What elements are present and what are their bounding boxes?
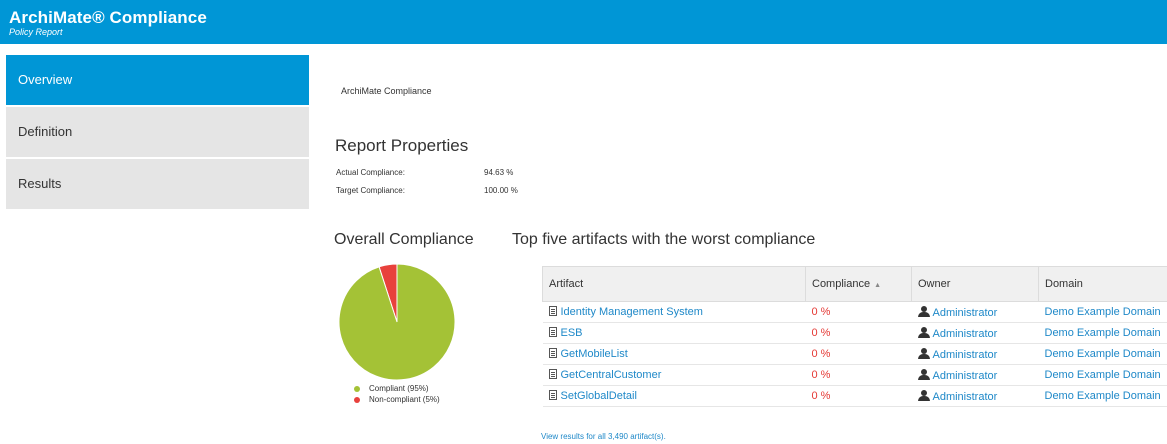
legend-label-noncompliant: Non-compliant (5%) xyxy=(369,395,440,404)
document-icon xyxy=(548,390,557,400)
artifact-cell: SetGlobalDetail xyxy=(542,385,806,407)
app-subtitle: Policy Report xyxy=(9,27,63,37)
compliance-cell: 0 % xyxy=(805,322,912,344)
compliance-cell: 0 % xyxy=(805,301,912,323)
domain-cell: Demo Example Domain xyxy=(1038,364,1167,386)
overall-compliance-heading: Overall Compliance xyxy=(334,231,474,248)
domain-cell: Demo Example Domain xyxy=(1038,385,1167,407)
artifact-cell: GetMobileList xyxy=(542,343,806,365)
col-header-compliance[interactable]: Compliance ▲ xyxy=(805,266,912,302)
compliance-cell: 0 % xyxy=(805,343,912,365)
legend-dot-compliant xyxy=(354,386,360,392)
col-header-owner[interactable]: Owner xyxy=(911,266,1039,302)
domain-link[interactable]: Demo Example Domain xyxy=(1045,306,1161,318)
legend-item-noncompliant: Non-compliant (5%) xyxy=(354,394,440,405)
artifact-cell: Identity Management System xyxy=(542,301,806,323)
col-header-compliance-label: Compliance xyxy=(812,278,871,290)
target-compliance-value: 100.00 % xyxy=(484,186,518,195)
table-row: ESB 0 % Administrator Demo Example Domai… xyxy=(542,322,1167,344)
owner-link[interactable]: Administrator xyxy=(933,391,998,403)
compliance-cell: 0 % xyxy=(805,385,912,407)
owner-link[interactable]: Administrator xyxy=(933,370,998,382)
actual-compliance-value: 94.63 % xyxy=(484,168,514,177)
owner-cell: Administrator xyxy=(911,322,1039,344)
owner-cell: Administrator xyxy=(911,385,1039,407)
sort-ascending-icon: ▲ xyxy=(874,282,882,289)
domain-cell: Demo Example Domain xyxy=(1038,301,1167,323)
artifact-cell: GetCentralCustomer xyxy=(542,364,806,386)
domain-link[interactable]: Demo Example Domain xyxy=(1045,369,1161,381)
artifact-link[interactable]: GetMobileList xyxy=(561,348,628,360)
actual-compliance-label: Actual Compliance: xyxy=(336,168,405,177)
document-icon xyxy=(548,369,557,379)
owner-cell: Administrator xyxy=(911,301,1039,323)
pie-legend: Compliant (95%) Non-compliant (5%) xyxy=(354,383,440,405)
sidebar-item-results[interactable]: Results xyxy=(6,159,309,209)
artifact-cell: ESB xyxy=(542,322,806,344)
artifact-link[interactable]: SetGlobalDetail xyxy=(561,390,637,402)
col-header-artifact[interactable]: Artifact xyxy=(542,266,806,302)
col-header-domain[interactable]: Domain xyxy=(1038,266,1167,302)
table-row: GetCentralCustomer 0 % Administrator Dem… xyxy=(542,364,1167,386)
breadcrumb: ArchiMate Compliance xyxy=(341,86,432,96)
legend-dot-noncompliant xyxy=(354,397,360,403)
pie-slice-compliant xyxy=(338,263,456,381)
table-row: GetMobileList 0 % Administrator Demo Exa… xyxy=(542,343,1167,365)
legend-label-compliant: Compliant (95%) xyxy=(369,384,429,393)
owner-cell: Administrator xyxy=(911,343,1039,365)
compliance-cell: 0 % xyxy=(805,364,912,386)
domain-link[interactable]: Demo Example Domain xyxy=(1045,348,1161,360)
header-bar: ArchiMate® Compliance Policy Report xyxy=(0,0,1167,44)
sidebar: Overview Definition Results xyxy=(6,55,309,211)
app-title: ArchiMate® Compliance xyxy=(9,8,207,27)
document-icon xyxy=(548,327,557,337)
owner-link[interactable]: Administrator xyxy=(933,328,998,340)
user-icon xyxy=(917,305,930,317)
target-compliance-label: Target Compliance: xyxy=(336,186,405,195)
report-properties-heading: Report Properties xyxy=(335,136,469,155)
user-icon xyxy=(917,347,930,359)
domain-cell: Demo Example Domain xyxy=(1038,343,1167,365)
legend-item-compliant: Compliant (95%) xyxy=(354,383,440,394)
document-icon xyxy=(548,348,557,358)
compliance-pie-chart xyxy=(338,263,456,381)
table-row: SetGlobalDetail 0 % Administrator Demo E… xyxy=(542,385,1167,407)
table-row: Identity Management System 0 % Administr… xyxy=(542,301,1167,323)
owner-link[interactable]: Administrator xyxy=(933,349,998,361)
artifact-link[interactable]: Identity Management System xyxy=(561,306,703,318)
owner-cell: Administrator xyxy=(911,364,1039,386)
table-header-row: Artifact Compliance ▲ Owner Domain xyxy=(542,266,1167,302)
artifact-link[interactable]: GetCentralCustomer xyxy=(561,369,662,381)
user-icon xyxy=(917,368,930,380)
domain-link[interactable]: Demo Example Domain xyxy=(1045,327,1161,339)
domain-link[interactable]: Demo Example Domain xyxy=(1045,390,1161,402)
user-icon xyxy=(917,389,930,401)
document-icon xyxy=(548,306,557,316)
owner-link[interactable]: Administrator xyxy=(933,307,998,319)
view-all-results-link[interactable]: View results for all 3,490 artifact(s). xyxy=(541,432,666,441)
sidebar-item-overview[interactable]: Overview xyxy=(6,55,309,105)
top-five-heading: Top five artifacts with the worst compli… xyxy=(512,231,816,248)
worst-artifacts-table: Artifact Compliance ▲ Owner Domain Identi… xyxy=(542,266,1167,407)
user-icon xyxy=(917,326,930,338)
sidebar-item-definition[interactable]: Definition xyxy=(6,107,309,157)
domain-cell: Demo Example Domain xyxy=(1038,322,1167,344)
artifact-link[interactable]: ESB xyxy=(561,327,583,339)
